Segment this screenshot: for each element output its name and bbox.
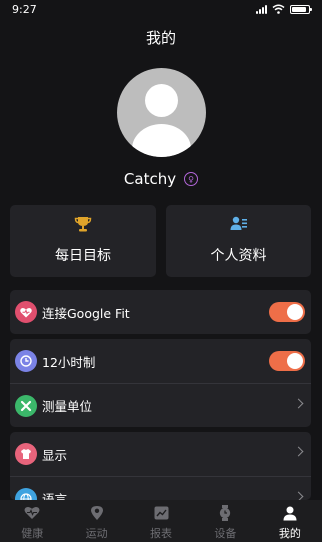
globe-icon <box>15 488 37 500</box>
google-fit-toggle[interactable] <box>269 302 305 322</box>
display-language-group: 显示 语言 <box>10 432 311 500</box>
location-tab-icon <box>90 505 104 521</box>
google-fit-row[interactable]: 连接Google Fit <box>10 290 311 334</box>
page-title: 我的 <box>145 29 176 47</box>
avatar-body-shape <box>132 124 191 157</box>
avatar[interactable] <box>117 68 206 157</box>
chevron-right-icon <box>293 491 304 500</box>
signal-icon <box>256 4 267 14</box>
female-icon: ♀ <box>184 172 199 186</box>
tab-sport[interactable]: 运动 <box>64 500 128 542</box>
username-row: Catchy ♀ <box>0 170 322 188</box>
display-label: 显示 <box>42 447 68 463</box>
hour-format-toggle[interactable] <box>269 351 305 371</box>
units-row[interactable]: 测量单位 <box>10 383 311 427</box>
toggle-knob <box>287 304 303 320</box>
wifi-icon <box>272 4 285 14</box>
profile-card-icon <box>230 216 247 230</box>
google-fit-label: 连接Google Fit <box>42 305 130 321</box>
chevron-right-icon <box>293 398 304 409</box>
language-label: 语言 <box>42 492 68 500</box>
tab-bar: 健康 运动 报表 设备 我的 <box>0 500 322 542</box>
language-row[interactable]: 语言 <box>10 476 311 500</box>
battery-icon <box>290 4 312 14</box>
clock-icon <box>15 350 37 372</box>
chevron-right-icon <box>293 446 304 457</box>
battery-level <box>292 6 306 12</box>
toggle-knob <box>287 353 303 369</box>
tab-mine[interactable]: 我的 <box>258 500 322 542</box>
time-units-group: 12小时制 测量单位 <box>10 339 311 427</box>
tab-mine-label: 我的 <box>278 527 301 540</box>
avatar-head-shape <box>145 84 178 117</box>
units-label: 测量单位 <box>42 399 93 414</box>
username: Catchy <box>123 170 177 188</box>
tab-report[interactable]: 报表 <box>129 500 193 542</box>
status-time: 9:27 <box>12 3 37 16</box>
display-row[interactable]: 显示 <box>10 432 311 476</box>
tab-report-label: 报表 <box>150 527 173 540</box>
heart-icon <box>15 301 37 323</box>
heart-tab-icon <box>24 505 40 521</box>
tab-device[interactable]: 设备 <box>193 500 257 542</box>
hour-format-label: 12小时制 <box>42 354 96 370</box>
person-tab-icon <box>283 505 297 521</box>
status-icons <box>256 4 312 14</box>
tab-health-label: 健康 <box>21 527 44 540</box>
chart-tab-icon <box>154 505 169 521</box>
watch-tab-icon <box>219 505 231 521</box>
shirt-icon <box>15 443 37 465</box>
status-bar: 9:27 <box>0 0 322 20</box>
hour-format-row[interactable]: 12小时制 <box>10 339 311 383</box>
google-fit-group: 连接Google Fit <box>10 290 311 334</box>
trophy-icon <box>74 217 92 232</box>
ruler-icon <box>15 395 37 417</box>
tab-sport-label: 运动 <box>85 527 108 540</box>
personal-info-card[interactable]: 个人资料 <box>166 205 311 277</box>
tab-device-label: 设备 <box>214 527 237 540</box>
daily-goal-card[interactable]: 每日目标 <box>10 205 156 277</box>
tab-health[interactable]: 健康 <box>0 500 64 542</box>
personal-info-label: 个人资料 <box>210 248 267 264</box>
daily-goal-label: 每日目标 <box>55 248 111 264</box>
